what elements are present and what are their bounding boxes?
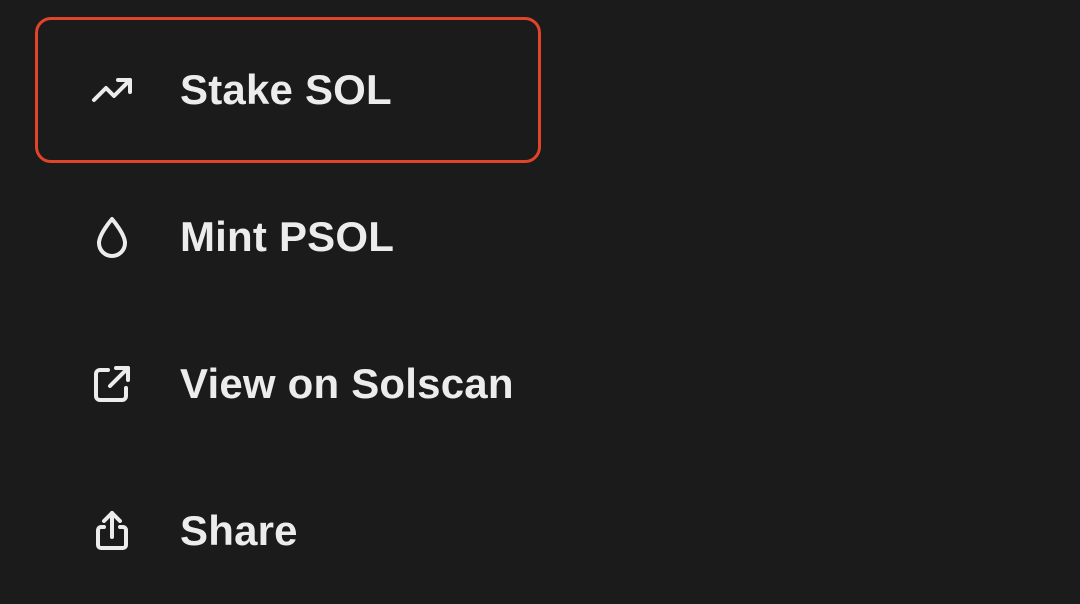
mint-psol-menu-item[interactable]: Mint PSOL [35,164,541,310]
share-menu-item[interactable]: Share [35,458,541,604]
view-on-solscan-label: View on Solscan [180,360,514,407]
mint-psol-label: Mint PSOL [180,213,395,260]
share-label: Share [180,507,298,554]
droplet-icon [88,213,136,261]
trending-up-icon [88,66,136,114]
stake-sol-label: Stake SOL [180,66,392,113]
share-icon [88,507,136,555]
stake-sol-menu-item[interactable]: Stake SOL [35,17,541,163]
action-menu: Stake SOL Mint PSOL View on Solscan Shar… [0,0,1080,600]
external-link-icon [88,360,136,408]
view-on-solscan-menu-item[interactable]: View on Solscan [35,311,541,457]
